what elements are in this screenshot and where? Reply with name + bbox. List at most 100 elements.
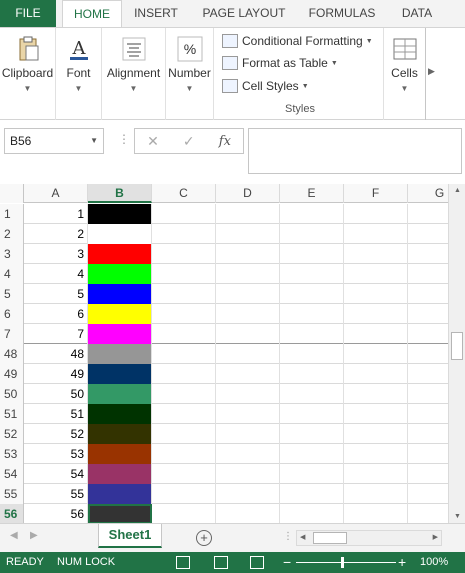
cells-button[interactable]: Cells ▼ xyxy=(384,28,426,120)
empty-cell[interactable] xyxy=(408,204,448,224)
empty-cell[interactable] xyxy=(344,244,408,264)
tab-data[interactable]: DATA xyxy=(394,0,440,27)
empty-cell[interactable] xyxy=(408,224,448,244)
empty-cell[interactable] xyxy=(152,224,216,244)
row-header[interactable]: 54 xyxy=(0,464,24,484)
empty-cell[interactable] xyxy=(152,404,216,424)
column-header-g[interactable]: G xyxy=(408,184,448,203)
page-layout-view-icon[interactable] xyxy=(214,556,228,569)
cell-styles-button[interactable]: Cell Styles ▼ xyxy=(222,76,309,96)
zoom-in-button[interactable]: + xyxy=(398,554,406,570)
empty-cell[interactable] xyxy=(280,304,344,324)
empty-cell[interactable] xyxy=(344,424,408,444)
font-button[interactable]: A Font ▼ xyxy=(56,28,102,120)
empty-cell[interactable] xyxy=(280,364,344,384)
empty-cell[interactable] xyxy=(152,244,216,264)
ribbon-scroll-right-icon[interactable]: ▶ xyxy=(428,66,435,77)
empty-cell[interactable] xyxy=(344,264,408,284)
row-header[interactable]: 50 xyxy=(0,384,24,404)
empty-cell[interactable] xyxy=(216,424,280,444)
row-header[interactable]: 51 xyxy=(0,404,24,424)
conditional-formatting-button[interactable]: Conditional Formatting ▼ xyxy=(222,31,373,51)
column-header-d[interactable]: D xyxy=(216,184,280,203)
empty-cell[interactable] xyxy=(280,264,344,284)
cell-a[interactable]: 49 xyxy=(24,364,88,384)
empty-cell[interactable] xyxy=(152,504,216,523)
page-break-view-icon[interactable] xyxy=(250,556,264,569)
empty-cell[interactable] xyxy=(344,304,408,324)
row-header[interactable]: 6 xyxy=(0,304,24,324)
empty-cell[interactable] xyxy=(216,444,280,464)
empty-cell[interactable] xyxy=(344,384,408,404)
tab-page-layout[interactable]: PAGE LAYOUT xyxy=(196,0,292,27)
cell-a[interactable]: 48 xyxy=(24,344,88,364)
tab-home[interactable]: HOME xyxy=(62,0,122,28)
tab-formulas[interactable]: FORMULAS xyxy=(304,0,380,27)
empty-cell[interactable] xyxy=(280,224,344,244)
empty-cell[interactable] xyxy=(408,444,448,464)
empty-cell[interactable] xyxy=(280,284,344,304)
chevron-down-icon[interactable]: ▼ xyxy=(90,129,98,153)
cancel-icon[interactable]: ✕ xyxy=(147,133,159,150)
empty-cell[interactable] xyxy=(216,404,280,424)
select-all-corner[interactable] xyxy=(0,184,24,203)
empty-cell[interactable] xyxy=(280,464,344,484)
scroll-right-icon[interactable]: ▶ xyxy=(433,531,438,545)
empty-cell[interactable] xyxy=(408,304,448,324)
cell-b-color-swatch[interactable] xyxy=(88,384,152,404)
zoom-slider-track[interactable] xyxy=(296,562,396,563)
cell-a[interactable]: 51 xyxy=(24,404,88,424)
row-header[interactable]: 7 xyxy=(0,324,24,344)
empty-cell[interactable] xyxy=(280,444,344,464)
tab-split-grip[interactable]: ⋮ xyxy=(283,531,293,542)
cell-b-color-swatch[interactable] xyxy=(88,404,152,424)
cell-b-color-swatch[interactable] xyxy=(88,224,152,244)
row-header[interactable]: 5 xyxy=(0,284,24,304)
cell-a[interactable]: 52 xyxy=(24,424,88,444)
empty-cell[interactable] xyxy=(216,344,280,364)
sheet-tab-sheet1[interactable]: Sheet1 xyxy=(98,524,162,548)
empty-cell[interactable] xyxy=(344,404,408,424)
empty-cell[interactable] xyxy=(216,284,280,304)
empty-cell[interactable] xyxy=(408,364,448,384)
empty-cell[interactable] xyxy=(280,204,344,224)
cell-b-color-swatch[interactable] xyxy=(88,204,152,224)
cell-b-color-swatch[interactable] xyxy=(88,244,152,264)
empty-cell[interactable] xyxy=(344,364,408,384)
formula-input[interactable] xyxy=(248,128,462,174)
empty-cell[interactable] xyxy=(344,464,408,484)
vertical-scrollbar[interactable]: ▲ ▼ xyxy=(448,184,465,523)
empty-cell[interactable] xyxy=(344,484,408,504)
insert-function-icon[interactable]: fx xyxy=(219,134,231,149)
empty-cell[interactable] xyxy=(408,284,448,304)
worksheet-grid[interactable]: A B C D E F G 1 1 2 2 3 3 4 4 5 5 6 6 7 7 48 48 49 49 50 50… xyxy=(0,184,448,523)
cell-a[interactable]: 50 xyxy=(24,384,88,404)
empty-cell[interactable] xyxy=(280,384,344,404)
clipboard-button[interactable]: Clipboard ▼ xyxy=(0,28,56,120)
empty-cell[interactable] xyxy=(408,344,448,364)
row-header[interactable]: 55 xyxy=(0,484,24,504)
empty-cell[interactable] xyxy=(408,324,448,344)
tab-insert[interactable]: INSERT xyxy=(128,0,184,27)
empty-cell[interactable] xyxy=(280,424,344,444)
empty-cell[interactable] xyxy=(280,504,344,523)
vertical-scroll-thumb[interactable] xyxy=(451,332,463,360)
empty-cell[interactable] xyxy=(216,504,280,523)
empty-cell[interactable] xyxy=(408,464,448,484)
row-header[interactable]: 2 xyxy=(0,224,24,244)
cell-b-color-swatch[interactable] xyxy=(88,444,152,464)
cell-a[interactable]: 4 xyxy=(24,264,88,284)
cell-b-color-swatch[interactable] xyxy=(88,484,152,504)
empty-cell[interactable] xyxy=(408,484,448,504)
empty-cell[interactable] xyxy=(216,264,280,284)
empty-cell[interactable] xyxy=(344,284,408,304)
empty-cell[interactable] xyxy=(152,364,216,384)
empty-cell[interactable] xyxy=(408,264,448,284)
zoom-slider-thumb[interactable] xyxy=(341,557,344,568)
cell-a[interactable]: 56 xyxy=(24,504,88,523)
horizontal-scroll-thumb[interactable] xyxy=(313,532,347,544)
empty-cell[interactable] xyxy=(408,384,448,404)
cell-b-color-swatch[interactable] xyxy=(88,284,152,304)
cell-b-color-swatch[interactable] xyxy=(88,344,152,364)
column-header-f[interactable]: F xyxy=(344,184,408,203)
